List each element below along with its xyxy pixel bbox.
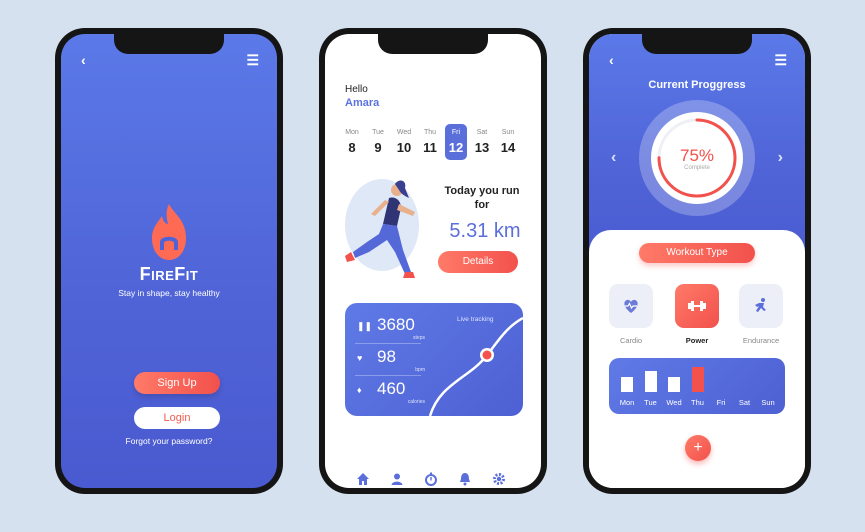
tracking-route: [428, 316, 523, 416]
divider: [355, 343, 421, 344]
steps-unit: steps: [413, 335, 425, 341]
heart-rate-value: 98: [377, 347, 396, 366]
day-name: Mon: [345, 129, 359, 136]
day-name: Sat: [476, 129, 488, 136]
cardio-option[interactable]: [609, 284, 653, 328]
weekly-activity-card: Mon Tue Wed Thu Fri Sat Sun: [609, 358, 785, 414]
activity-bar-tue: [644, 371, 657, 392]
bell-icon[interactable]: [457, 472, 473, 488]
calories-value: 460: [377, 379, 406, 398]
activity-bar-mon: [621, 377, 633, 392]
bar-label-tue: Tue: [644, 398, 657, 407]
details-button[interactable]: Details: [438, 251, 518, 273]
phone-welcome: ‹ ☰ FireFit Stay in shape, stay healthy …: [55, 28, 283, 494]
welcome-screen: ‹ ☰ FireFit Stay in shape, stay healthy …: [61, 34, 277, 488]
day-name: Sun: [501, 129, 515, 136]
power-label: Power: [685, 336, 709, 345]
bar-label-wed: Wed: [666, 398, 682, 407]
bar-label-sat: Sat: [738, 398, 751, 407]
user-name: Amara: [345, 97, 380, 109]
day-date: 10: [396, 140, 412, 155]
heart-icon: ♥: [357, 353, 363, 363]
calories-stat: ♦ 460 calories: [355, 377, 425, 407]
home-icon[interactable]: [355, 472, 371, 488]
endurance-option[interactable]: [739, 284, 783, 328]
add-workout-button[interactable]: +: [685, 435, 711, 461]
day-name: Thu: [423, 129, 437, 136]
greeting: Hello: [345, 84, 368, 95]
notch: [114, 34, 224, 54]
steps-stat: ❚❚ 3680 steps: [355, 313, 425, 343]
progress-percent: 75%: [679, 146, 715, 165]
run-heading: Today you run for: [444, 185, 520, 211]
day-name: Wed: [396, 129, 412, 136]
bar-label-thu: Thu: [691, 398, 704, 407]
day-name: Tue: [372, 129, 384, 136]
notch: [642, 34, 752, 54]
distance-value: 5.31 km: [449, 220, 521, 242]
profile-icon[interactable]: [389, 472, 405, 488]
day-date: 8: [348, 140, 356, 155]
progress-complete-label: Complete: [684, 165, 710, 171]
flame-logo-icon: [152, 204, 186, 260]
day-sat[interactable]: Sat 13: [471, 124, 493, 155]
progress-title: Current Proggress: [648, 79, 746, 91]
day-sun[interactable]: Sun 14: [497, 124, 519, 155]
cardio-label: Cardio: [619, 336, 643, 345]
day-wed[interactable]: Wed 10: [393, 124, 415, 155]
menu-icon[interactable]: ☰: [774, 52, 787, 69]
power-option[interactable]: [675, 284, 719, 328]
day-date: 9: [374, 140, 382, 155]
timer-icon[interactable]: [423, 472, 439, 488]
back-icon[interactable]: ‹: [81, 52, 86, 68]
menu-icon[interactable]: ☰: [246, 52, 259, 69]
day-fri[interactable]: Fri 12: [445, 124, 467, 160]
signup-button[interactable]: Sign Up: [134, 372, 220, 394]
flame-icon: ♦: [357, 385, 362, 395]
day-date: 11: [423, 140, 437, 155]
footsteps-icon: ❚❚: [357, 321, 373, 331]
heart-rate-stat: ♥ 98 bpm: [355, 345, 425, 375]
workout-type-button[interactable]: Workout Type: [639, 243, 755, 263]
calories-unit: calories: [407, 399, 425, 405]
settings-icon[interactable]: [491, 472, 507, 488]
phone-dashboard: Hello Amara Mon 8 Tue 9 Wed 10 Thu 11 Fri 12 Sat 13…: [319, 28, 547, 494]
brand-name: FireFit: [139, 264, 199, 284]
bottom-nav: [355, 472, 515, 488]
activity-bar-thu: [691, 367, 704, 392]
notch: [378, 34, 488, 54]
day-date: 14: [500, 140, 516, 155]
day-thu[interactable]: Thu 11: [419, 124, 441, 155]
runner-illustration: [345, 180, 415, 278]
bar-label-sun: Sun: [761, 398, 775, 407]
day-name: Fri: [451, 129, 461, 136]
dashboard-screen: Hello Amara Mon 8 Tue 9 Wed 10 Thu 11 Fri 12 Sat 13…: [325, 34, 541, 488]
day-date: 13: [474, 140, 490, 155]
forgot-password-link[interactable]: Forgot your password?: [61, 436, 277, 446]
bar-label-mon: Mon: [619, 398, 635, 407]
tracking-card[interactable]: ❚❚ 3680 steps ♥ 98 bpm ♦ 460 calories Li…: [345, 303, 523, 416]
activity-bar-wed: [668, 377, 680, 392]
back-icon[interactable]: ‹: [609, 52, 614, 68]
steps-value: 3680: [377, 315, 415, 334]
login-button[interactable]: Login: [134, 407, 220, 429]
day-mon[interactable]: Mon 8: [341, 124, 363, 155]
tagline: Stay in shape, stay healthy: [118, 288, 220, 298]
divider: [355, 375, 421, 376]
progress-screen: ‹ ☰ Current Proggress ‹ › 75% Complete W…: [589, 34, 805, 488]
bar-label-fri: Fri: [716, 398, 726, 407]
chevron-left-icon[interactable]: ‹: [611, 149, 616, 167]
day-tue[interactable]: Tue 9: [367, 124, 389, 155]
heart-rate-unit: bpm: [415, 367, 425, 373]
phone-progress: ‹ ☰ Current Proggress ‹ › 75% Complete W…: [583, 28, 811, 494]
day-date: 12: [448, 140, 464, 155]
endurance-label: Endurance: [742, 336, 780, 345]
chevron-right-icon[interactable]: ›: [778, 149, 783, 167]
